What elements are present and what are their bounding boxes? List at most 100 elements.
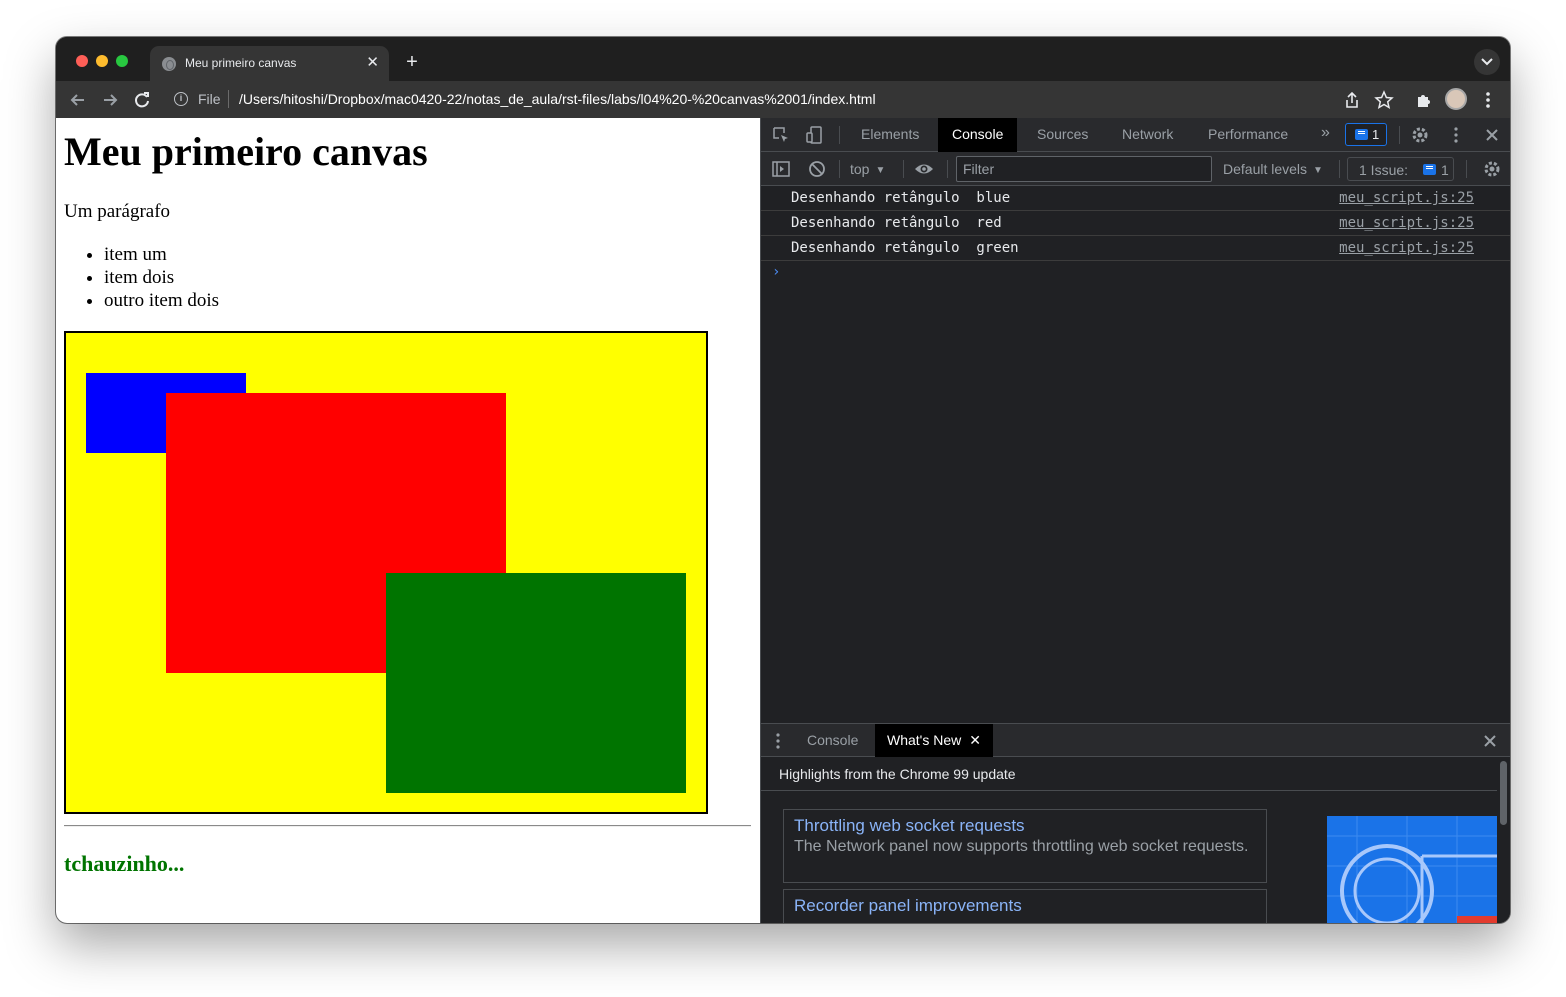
log-source-link[interactable]: meu_script.js:25 — [1339, 240, 1474, 256]
console-prompt-icon[interactable]: › — [772, 264, 780, 280]
clear-console-icon[interactable] — [807, 159, 827, 179]
devtools-panel: Elements Console Sources Network Perform… — [760, 118, 1510, 923]
list-item: item um — [104, 243, 219, 266]
profile-avatar[interactable] — [1445, 88, 1467, 110]
list-item: item dois — [104, 266, 219, 289]
message-icon — [1355, 129, 1368, 140]
tab-elements[interactable]: Elements — [847, 118, 933, 152]
more-tabs-icon[interactable]: » — [1321, 124, 1330, 142]
log-levels-label: Default levels — [1223, 161, 1308, 177]
list-item: outro item dois — [104, 289, 219, 312]
url-scheme-label: File — [198, 91, 221, 107]
context-label: top — [850, 161, 870, 177]
sidebar-toggle-icon[interactable] — [771, 159, 791, 179]
close-window-button[interactable] — [76, 55, 88, 67]
toolbar-divider — [1339, 160, 1340, 178]
footer-text: tchauzinho... — [64, 851, 185, 876]
url-divider — [228, 90, 229, 108]
tab-title: Meu primeiro canvas — [185, 56, 297, 70]
log-message: Desenhando retângulo red — [791, 215, 1002, 231]
tab-performance[interactable]: Performance — [1194, 118, 1302, 152]
page-title: Meu primeiro canvas — [64, 129, 428, 174]
log-source-link[interactable]: meu_script.js:25 — [1339, 215, 1474, 231]
drawer-tab-console[interactable]: Console — [795, 724, 870, 757]
panel-scrollbar[interactable] — [1500, 761, 1507, 825]
toolbar-divider — [1466, 160, 1467, 178]
close-tab-icon[interactable]: ✕ — [969, 732, 981, 748]
tab-sources[interactable]: Sources — [1023, 118, 1102, 152]
issues-count: 1 — [1441, 162, 1449, 178]
url-text[interactable]: /Users/hitoshi/Dropbox/mac0420-22/notas_… — [239, 91, 876, 107]
green-rectangle — [386, 573, 686, 793]
horizontal-rule — [64, 825, 751, 827]
issues-badge[interactable]: 1 — [1345, 123, 1387, 146]
inspect-element-icon[interactable] — [771, 125, 791, 145]
new-tab-button[interactable]: + — [400, 50, 424, 74]
extensions-puzzle-icon[interactable] — [1413, 89, 1435, 111]
address-bar[interactable]: i File /Users/hitoshi/Dropbox/mac0420-22… — [166, 85, 1436, 114]
chevron-down-icon — [1481, 58, 1493, 66]
minimize-window-button[interactable] — [96, 55, 108, 67]
console-toolbar: top ▼ Default levels ▼ 1 Issue: 1 — [761, 152, 1510, 186]
log-levels-dropdown[interactable]: Default levels ▼ — [1223, 161, 1323, 177]
eye-icon[interactable] — [914, 159, 934, 179]
whats-new-header: Highlights from the Chrome 99 update — [761, 757, 1497, 791]
filter-field[interactable] — [956, 156, 1212, 182]
issues-badge-count: 1 — [1372, 127, 1380, 142]
context-selector[interactable]: top ▼ — [850, 161, 885, 177]
web-page: Meu primeiro canvas Um parágrafo item um… — [56, 118, 760, 923]
console-settings-gear-icon[interactable] — [1482, 159, 1502, 179]
feature-card[interactable]: Throttling web socket requests The Netwo… — [783, 809, 1267, 883]
log-row: Desenhando retângulo blue meu_script.js:… — [761, 186, 1510, 211]
dropdown-caret-icon: ▼ — [875, 165, 886, 176]
reload-icon[interactable] — [131, 89, 153, 111]
close-icon[interactable] — [1482, 125, 1502, 145]
feature-card-title[interactable]: Throttling web socket requests — [794, 816, 1256, 836]
share-icon[interactable] — [1341, 89, 1363, 111]
message-icon — [1423, 164, 1436, 175]
paragraph: Um parágrafo — [64, 201, 171, 222]
log-row: Desenhando retângulo red meu_script.js:2… — [761, 211, 1510, 236]
browser-toolbar: i File /Users/hitoshi/Dropbox/mac0420-22… — [56, 81, 1510, 118]
drawer-tab-bar: Console What's New ✕ — [761, 723, 1510, 757]
browser-window: Meu primeiro canvas ✕ + i File /Users/hi… — [56, 37, 1510, 923]
feature-card[interactable]: Recorder panel improvements — [783, 889, 1267, 923]
zoom-window-button[interactable] — [116, 55, 128, 67]
close-tab-icon[interactable]: ✕ — [366, 53, 379, 73]
forward-arrow-icon[interactable] — [99, 89, 121, 111]
drawing-canvas[interactable] — [64, 331, 708, 814]
drawer-tab-label: What's New — [887, 732, 962, 748]
drawer-menu-icon[interactable] — [775, 732, 781, 750]
log-row: Desenhando retângulo green meu_script.js… — [761, 236, 1510, 261]
dropdown-caret-icon: ▼ — [1313, 165, 1323, 176]
log-message: Desenhando retângulo green — [791, 240, 1019, 256]
toolbar-divider — [903, 160, 904, 178]
whats-new-panel: Highlights from the Chrome 99 update Thr… — [761, 757, 1510, 923]
issues-button[interactable]: 1 Issue: 1 — [1347, 157, 1454, 181]
log-source-link[interactable]: meu_script.js:25 — [1339, 190, 1474, 206]
close-drawer-icon[interactable] — [1483, 734, 1497, 748]
filter-input[interactable] — [957, 157, 1211, 181]
tab-strip: Meu primeiro canvas ✕ + — [56, 37, 1510, 81]
toolbar-divider — [1399, 126, 1400, 144]
devtools-tab-bar: Elements Console Sources Network Perform… — [761, 118, 1510, 152]
browser-tab[interactable]: Meu primeiro canvas ✕ — [150, 46, 389, 81]
tab-search-button[interactable] — [1474, 49, 1500, 75]
bullet-list: item um item dois outro item dois — [104, 243, 219, 312]
kebab-menu-icon[interactable] — [1446, 125, 1466, 145]
tab-network[interactable]: Network — [1108, 118, 1187, 152]
tab-console[interactable]: Console — [938, 118, 1018, 152]
log-message: Desenhando retângulo blue — [791, 190, 1011, 206]
feature-card-title[interactable]: Recorder panel improvements — [794, 896, 1256, 916]
feature-card-description: The Network panel now supports throttlin… — [794, 838, 1249, 855]
device-toolbar-icon[interactable] — [805, 125, 825, 145]
settings-gear-icon[interactable] — [1410, 125, 1430, 145]
feature-hero-image — [1327, 816, 1497, 923]
toolbar-divider — [839, 126, 840, 144]
kebab-menu-icon[interactable] — [1477, 89, 1499, 111]
info-icon[interactable]: i — [174, 92, 188, 106]
issues-label: 1 Issue: — [1359, 162, 1409, 178]
bookmark-star-icon[interactable] — [1373, 89, 1395, 111]
back-arrow-icon[interactable] — [67, 89, 89, 111]
drawer-tab-whats-new[interactable]: What's New ✕ — [875, 724, 993, 757]
